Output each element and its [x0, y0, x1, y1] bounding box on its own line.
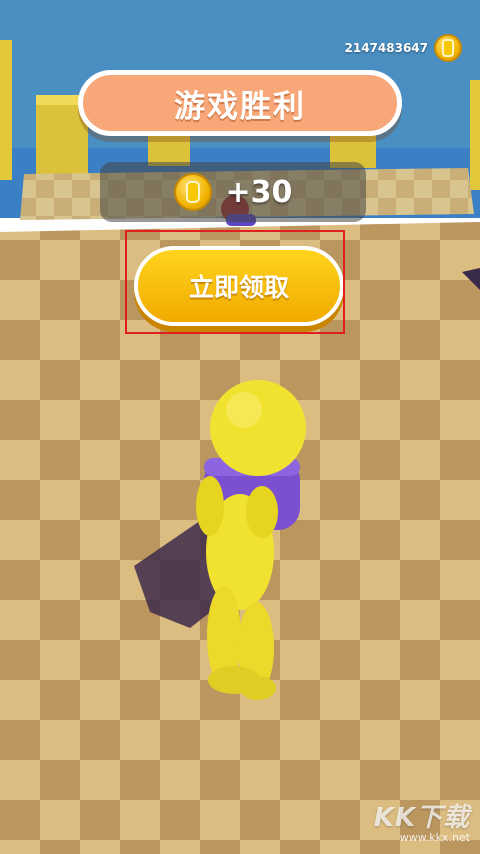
coin-icon	[434, 34, 462, 62]
pillar	[470, 80, 480, 190]
coin-icon	[173, 173, 212, 211]
player-head	[210, 380, 306, 476]
pillar	[148, 132, 190, 166]
player-arm	[196, 476, 224, 536]
victory-title: 游戏胜利	[174, 88, 306, 125]
reward-amount: +30	[225, 174, 293, 210]
pillar	[0, 40, 12, 180]
coin-counter: 2147483647	[344, 34, 462, 62]
coin-total: 2147483647	[344, 41, 429, 55]
reward-panel: +30	[100, 162, 366, 222]
player-arm	[246, 486, 278, 538]
player-foot	[240, 676, 276, 700]
watermark-logo: KK下载	[373, 803, 470, 833]
victory-title-banner: 游戏胜利	[78, 70, 402, 136]
highlight-box	[125, 230, 345, 334]
watermark: KK下载 www.kkx.net	[374, 797, 470, 844]
